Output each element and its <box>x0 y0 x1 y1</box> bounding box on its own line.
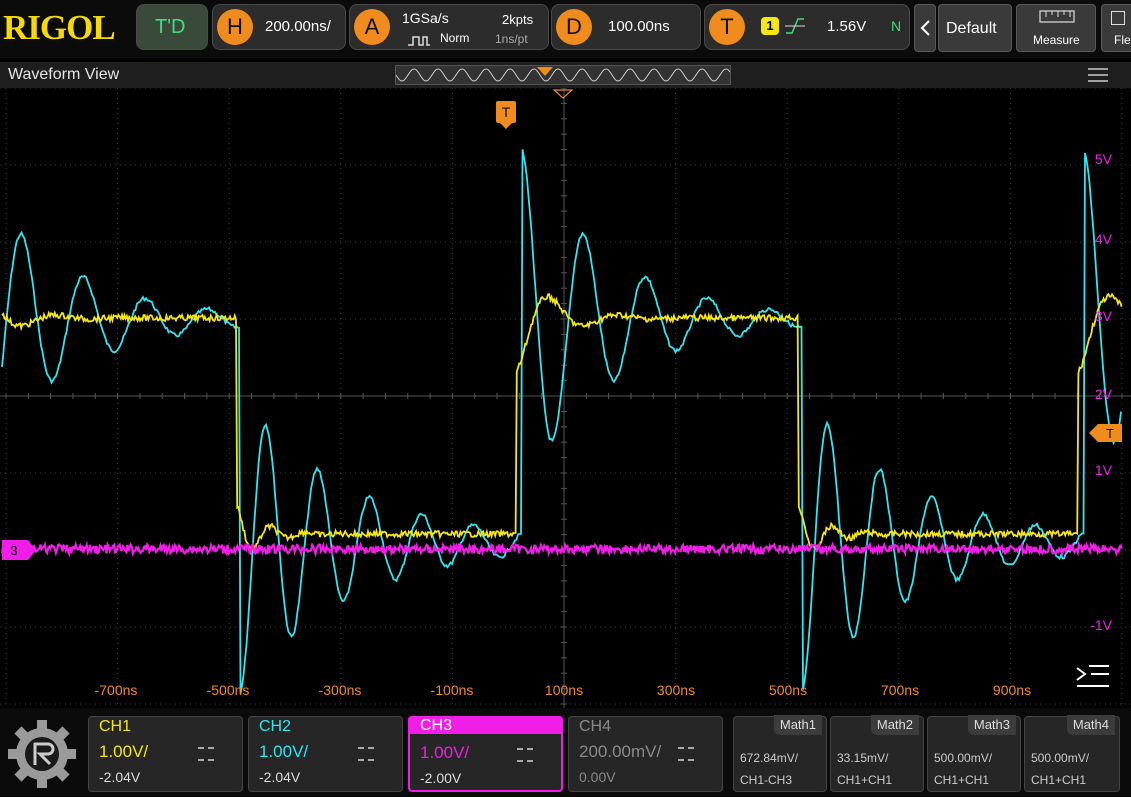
x-tick-label: 700ns <box>881 682 919 698</box>
math3-panel[interactable]: Math3 500.00mV/ CH1+CH1 <box>927 715 1021 792</box>
overview-trigger-marker-icon <box>537 64 553 76</box>
horizontal-panel[interactable]: H 200.00ns/ <box>212 4 346 50</box>
x-tick-label: -300ns <box>319 682 362 698</box>
td-label: T'D <box>155 16 186 38</box>
ch4-scale: 200.00mV/ <box>579 742 662 761</box>
y-tick-label: -1V <box>1090 617 1112 633</box>
math2-scale: 33.15mV/ <box>837 751 889 765</box>
math4-name: Math4 <box>1066 715 1115 735</box>
x-tick-label: 900ns <box>993 682 1031 698</box>
trigger-status: N <box>891 18 902 34</box>
y-tick-label: 2V <box>1095 386 1113 402</box>
top-bar: RIGOL T'D H 200.00ns/ A 1GSa/s 2kpts Nor… <box>0 0 1131 58</box>
ch4-panel[interactable]: CH4 200.00mV/ 0.00V <box>568 716 723 792</box>
next-menu-button[interactable]: Fle <box>1101 4 1131 52</box>
acquire-pulse-icon <box>408 33 430 46</box>
math1-scale: 672.84mV/ <box>740 751 799 765</box>
ch2-scale: 1.00V/ <box>259 742 309 761</box>
memory-overview-bar[interactable] <box>395 65 731 85</box>
x-tick-label: 500ns <box>769 682 807 698</box>
ch3-offset-label: 3 <box>10 543 17 558</box>
ch1-scale: 1.00V/ <box>99 742 149 761</box>
ch3-name: CH3 <box>420 717 453 734</box>
rigol-logo: RIGOL <box>3 8 116 47</box>
trigger-level: 1.56V <box>827 18 867 35</box>
ch1-panel[interactable]: CH1 1.00V/ -2.04V <box>88 716 243 792</box>
x-axis-labels: -700ns -500ns -300ns -100ns 100ns 300ns 500ns 7… <box>95 682 1031 698</box>
math4-panel[interactable]: Math4 500.00mV/ CH1+CH1 <box>1024 715 1120 792</box>
sample-rate: 1GSa/s <box>402 10 449 26</box>
waveform-canvas[interactable]: -700ns -500ns -300ns -100ns 100ns 300ns 500ns 7… <box>0 87 1131 708</box>
default-button[interactable]: Default <box>938 4 1012 52</box>
bottom-bar: CH1 1.00V/ -2.04V CH2 1.00V/ -2.04V CH3 … <box>0 708 1131 796</box>
x-tick-label: 300ns <box>657 682 695 698</box>
waveform-view-header: Waveform View <box>0 62 1131 88</box>
acquire-panel[interactable]: A 1GSa/s 2kpts Norm 1ns/pt <box>349 4 549 50</box>
trigger-source-badge: 1 <box>761 17 779 35</box>
ch2-offset: -2.04V <box>259 769 301 785</box>
measure-label: Measure <box>1033 33 1080 47</box>
waveform-view-title: Waveform View <box>8 66 120 83</box>
math3-scale: 500.00mV/ <box>934 751 993 765</box>
delay-panel[interactable]: D 100.00ns <box>551 4 701 50</box>
ch2-name: CH2 <box>259 718 292 735</box>
ch3-scale: 1.00V/ <box>420 743 470 762</box>
ch3-offset: -2.00V <box>420 770 462 786</box>
y-tick-label: 4V <box>1095 231 1113 247</box>
back-button[interactable] <box>914 4 936 52</box>
x-tick-label: -700ns <box>95 682 138 698</box>
ch4-coupling-icon <box>678 747 694 761</box>
measure-button[interactable]: Measure <box>1016 4 1096 52</box>
x-tick-label: -500ns <box>207 682 250 698</box>
ruler-icon <box>1039 10 1075 24</box>
delay-value: 100.00ns <box>608 18 670 35</box>
ch4-offset: 0.00V <box>579 769 616 785</box>
ch1-offset: -2.04V <box>99 769 141 785</box>
chevron-left-icon <box>919 19 933 37</box>
next-menu-icon <box>1111 11 1125 25</box>
delay-icon: D <box>556 9 592 45</box>
ch4-name: CH4 <box>579 718 612 735</box>
trigger-icon: T <box>709 9 745 45</box>
math4-scale: 500.00mV/ <box>1031 751 1090 765</box>
acquire-mode: Norm <box>440 31 470 45</box>
math1-source: CH1-CH3 <box>740 773 793 787</box>
x-tick-label: 100ns <box>545 682 583 698</box>
rising-edge-icon <box>785 17 805 35</box>
horizontal-icon: H <box>217 9 253 45</box>
ch3-coupling-icon <box>517 748 533 762</box>
sample-interval: 1ns/pt <box>495 32 528 46</box>
y-tick-label: 5V <box>1095 151 1113 167</box>
ch2-coupling-icon <box>358 747 374 761</box>
y-tick-label: 1V <box>1095 462 1113 478</box>
trigger-level-label: T <box>1106 426 1114 441</box>
memory-depth: 2kpts <box>502 12 534 27</box>
math2-name: Math2 <box>870 715 919 735</box>
ch1-coupling-icon <box>198 747 214 761</box>
math2-source: CH1+CH1 <box>837 773 893 787</box>
ch1-name: CH1 <box>99 718 132 735</box>
menu-icon[interactable] <box>1088 68 1108 82</box>
math3-name: Math3 <box>967 715 1016 735</box>
math4-source: CH1+CH1 <box>1031 773 1087 787</box>
horizontal-timebase: 200.00ns/ <box>265 18 331 35</box>
math1-panel[interactable]: Math1 672.84mV/ CH1-CH3 <box>733 715 827 792</box>
ch2-panel[interactable]: CH2 1.00V/ -2.04V <box>248 716 403 792</box>
next-menu-label: Fle <box>1114 33 1131 47</box>
acquire-icon: A <box>354 9 390 45</box>
ch3-panel[interactable]: CH3 1.00V/ -2.00V <box>408 716 563 792</box>
y-tick-label: 3V <box>1095 308 1113 324</box>
navigation-gear-button[interactable] <box>4 716 80 792</box>
x-tick-label: -100ns <box>431 682 474 698</box>
td-button[interactable]: T'D <box>136 4 208 50</box>
waveform-area[interactable]: -700ns -500ns -300ns -100ns 100ns 300ns 500ns 7… <box>0 87 1131 708</box>
math3-source: CH1+CH1 <box>934 773 990 787</box>
math2-panel[interactable]: Math2 33.15mV/ CH1+CH1 <box>830 715 924 792</box>
trigger-position-label: T <box>502 104 511 120</box>
trigger-panel[interactable]: T 1 1.56V N <box>704 4 910 50</box>
math1-name: Math1 <box>773 715 822 735</box>
default-label: Default <box>946 20 997 37</box>
